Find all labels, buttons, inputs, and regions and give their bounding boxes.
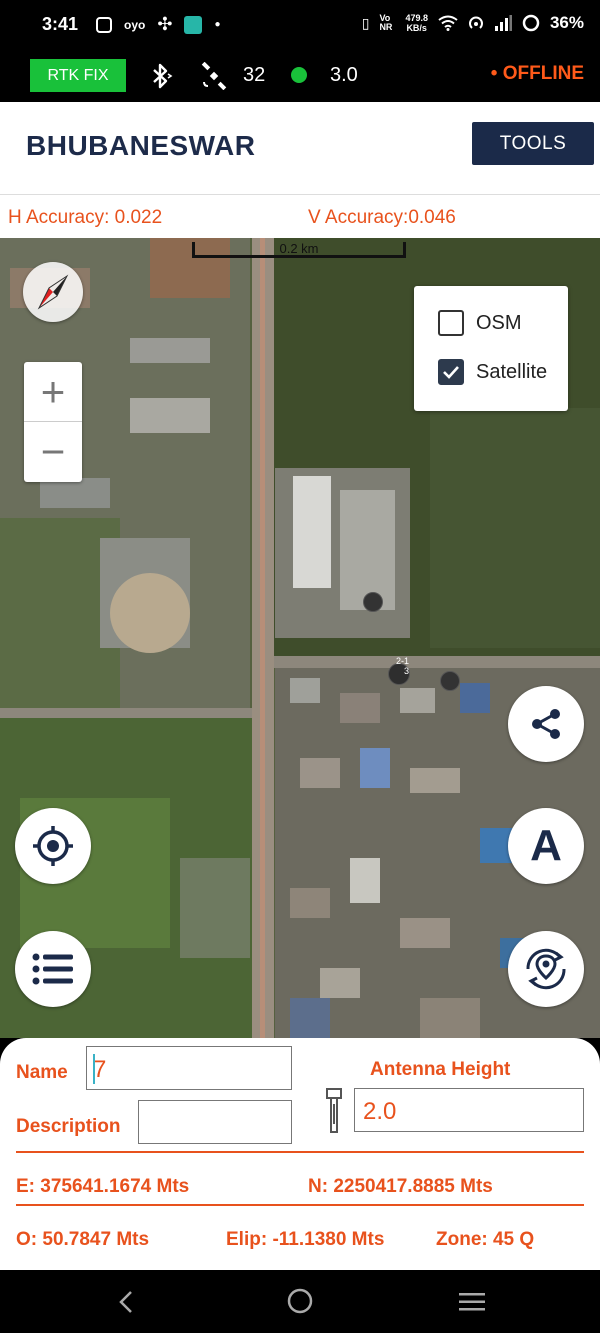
auto-button[interactable]: A <box>508 808 584 884</box>
satellite-count: 32 <box>243 64 266 86</box>
clock: 3:41 <box>42 14 79 34</box>
marker-label: 2-1 <box>396 656 410 666</box>
wifi-icon <box>438 15 458 31</box>
share-icon <box>532 709 560 739</box>
zoom-control: + − <box>24 362 82 482</box>
my-location-button[interactable] <box>15 808 91 884</box>
list-button[interactable] <box>15 931 91 1007</box>
check-icon <box>443 366 459 379</box>
satellite-map[interactable]: 0.2 km + − OSM Satellite 2-1 3 A <box>0 238 600 1038</box>
offline-status: • OFFLINE <box>490 63 584 84</box>
point-form: Name 7 Description Antenna Height 2.0 E:… <box>0 1038 600 1270</box>
recenter-location-button[interactable] <box>508 931 584 1007</box>
divider <box>16 1204 584 1206</box>
point-marker[interactable] <box>363 592 383 612</box>
name-value: 7 <box>93 1056 107 1083</box>
vibrate-icon: ▯ <box>361 14 370 31</box>
system-icons: ▯ Vo NR 479.8 KB/s 36% <box>362 13 584 33</box>
bluetooth-icon <box>153 63 173 89</box>
description-label: Description <box>16 1116 121 1137</box>
northing-value: N: 2250417.8885 Mts <box>308 1176 493 1197</box>
list-icon <box>32 953 73 985</box>
antenna-pole-icon <box>326 1088 342 1133</box>
text-cursor <box>93 1054 95 1084</box>
layer-switcher: OSM Satellite <box>414 286 568 411</box>
rtk-fix-badge: RTK FIX <box>30 59 126 92</box>
network-type: Vo NR <box>379 13 393 32</box>
name-label: Name <box>16 1062 68 1083</box>
recents-menu-icon[interactable] <box>458 1291 486 1313</box>
scale-label: 0.2 km <box>279 241 319 256</box>
osm-label: OSM <box>476 311 522 334</box>
zoom-in-button[interactable]: + <box>24 362 82 422</box>
satellite-checkbox[interactable] <box>438 359 464 385</box>
fix-dot-icon <box>291 67 307 83</box>
scale-bar: 0.2 km <box>192 241 406 258</box>
battery-level: 36% <box>549 13 584 32</box>
hdop-value: 3.0 <box>330 64 358 86</box>
zone-value: Zone: 45 Q <box>436 1229 535 1250</box>
divider <box>16 1151 584 1153</box>
back-icon[interactable] <box>116 1289 136 1315</box>
instagram-icon <box>96 16 112 33</box>
antenna-height-label: Antenna Height <box>370 1059 511 1080</box>
header: BHUBANESWAR TOOLS <box>0 102 600 195</box>
satellite-icon <box>201 62 227 90</box>
description-field[interactable] <box>138 1100 292 1144</box>
antenna-height-value: 2.0 <box>363 1098 397 1125</box>
system-nav-bar <box>0 1270 600 1333</box>
battery-icon <box>522 14 540 32</box>
share-button[interactable] <box>508 686 584 762</box>
project-title: BHUBANESWAR <box>26 130 256 161</box>
tools-button[interactable]: TOOLS <box>472 122 594 165</box>
auto-label: A <box>530 821 562 870</box>
antenna-height-field[interactable]: 2.0 <box>354 1088 584 1132</box>
name-field[interactable]: 7 <box>86 1046 292 1090</box>
signal-icon <box>494 15 512 31</box>
easting-value: E: 375641.1674 Mts <box>16 1176 190 1197</box>
app-icon <box>184 15 203 34</box>
h-accuracy: H Accuracy: 0.022 <box>8 207 163 228</box>
zoom-out-button[interactable]: − <box>24 422 82 481</box>
location-refresh-icon <box>526 948 566 990</box>
crosshair-icon <box>33 826 73 866</box>
status-bar: 3:41 oyo ✣ ● ▯ Vo NR 479.8 KB/s 36% <box>0 0 600 50</box>
osm-checkbox[interactable] <box>438 310 464 336</box>
layer-satellite[interactable]: Satellite <box>438 359 547 385</box>
ortho-height-value: O: 50.7847 Mts <box>16 1229 150 1250</box>
v-accuracy: V Accuracy:0.046 <box>308 207 456 228</box>
compass-icon <box>37 274 69 310</box>
hotspot-icon <box>469 16 483 29</box>
speed-unit: KB/s <box>406 23 427 33</box>
speed-value: 479.8 <box>405 13 428 23</box>
layer-osm[interactable]: OSM <box>438 310 522 336</box>
accuracy-bar: H Accuracy: 0.022 V Accuracy:0.046 <box>0 195 600 238</box>
notification-icons: oyo ✣ ● <box>96 14 220 35</box>
compass-button[interactable] <box>23 262 83 322</box>
marker-label: 3 <box>404 666 410 676</box>
ellipsoid-height-value: Elip: -11.1380 Mts <box>226 1229 385 1250</box>
oyo-icon: oyo <box>124 17 146 32</box>
home-icon[interactable] <box>286 1287 314 1315</box>
gps-status-bar: RTK FIX 32 3.0 • OFFLINE <box>0 50 600 102</box>
fan-icon: ✣ <box>157 14 173 34</box>
satellite-label: Satellite <box>476 360 548 383</box>
point-marker[interactable] <box>440 671 460 691</box>
network-speed: 479.8 KB/s <box>405 13 428 33</box>
dot-icon: ● <box>214 19 221 30</box>
